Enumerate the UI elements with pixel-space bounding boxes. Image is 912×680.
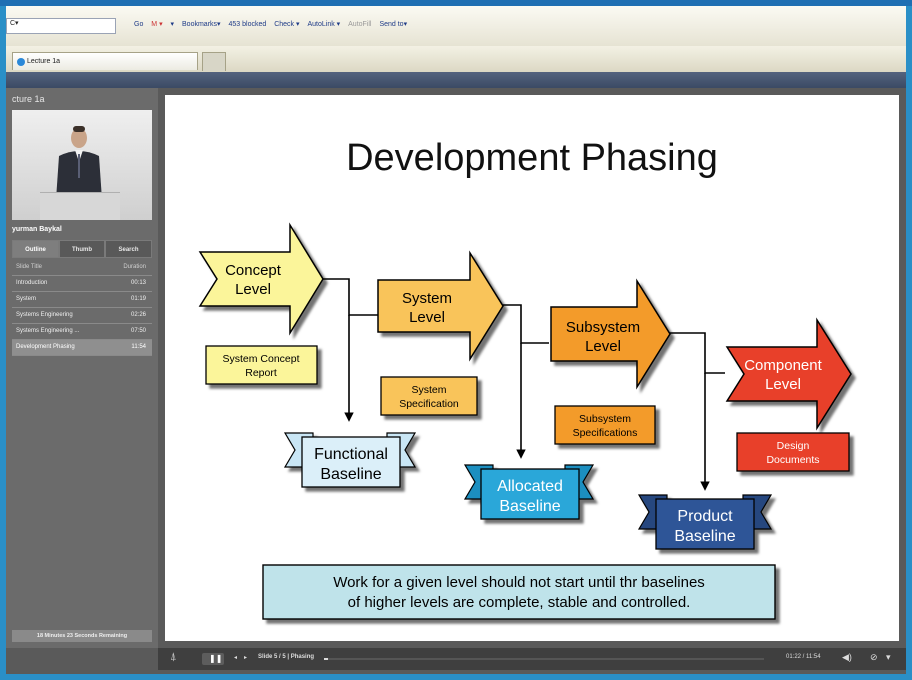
doc-subsystem-line2: Specifications: [573, 427, 638, 439]
tab-thumb[interactable]: Thumb: [59, 240, 105, 258]
toolbar-sendto-button[interactable]: Send to▾: [379, 20, 407, 28]
list-item[interactable]: Systems Engineering 02:26: [12, 308, 152, 324]
slide: Development Phasing Concept Level System…: [165, 95, 899, 641]
pause-button[interactable]: ❚❚: [202, 653, 224, 665]
header-slide-title: Slide Title: [16, 264, 43, 270]
header-strip: [6, 72, 906, 88]
toolbar-autofill-button[interactable]: AutoFill: [348, 21, 371, 28]
previous-icon[interactable]: ◂: [234, 654, 237, 661]
list-item-selected[interactable]: Development Phasing 11:54: [12, 340, 152, 356]
time-display: 01:22 / 11:54: [786, 654, 821, 660]
phasing-diagram: Concept Level System Level Subsystem Lev…: [198, 222, 852, 620]
concept-level-line2: Level: [235, 281, 271, 298]
system-level-line2: Level: [409, 309, 445, 326]
player-controls: ⍋ ❚❚ ◂ ▸ Slide 5 / 5 | Phasing 01:22 / 1…: [158, 648, 906, 670]
component-level-line1: Component: [744, 357, 822, 374]
system-level-line1: System: [402, 290, 452, 307]
doc-component-line2: Documents: [766, 454, 819, 466]
concept-level-line1: Concept: [225, 262, 282, 279]
volume-icon[interactable]: ◀): [842, 652, 852, 663]
item-duration: 02:26: [130, 312, 146, 318]
component-level-line2: Level: [765, 376, 801, 393]
baseline-product-line2: Baseline: [674, 528, 735, 545]
list-item[interactable]: Introduction 00:13: [12, 276, 152, 292]
doc-concept-line2: Report: [245, 367, 277, 379]
item-title: Development Phasing: [16, 344, 75, 350]
tab-bar: Lecture 1a: [6, 46, 906, 73]
subsystem-level-line1: Subsystem: [566, 319, 640, 336]
item-duration: 00:13: [130, 280, 146, 286]
level-arrow-component: [725, 317, 852, 431]
progress-fill: [324, 658, 328, 660]
slide-list: Slide Title Duration Introduction 00:13 S…: [12, 260, 152, 356]
baseline-allocated-line1: Allocated: [497, 478, 563, 495]
browser-toolbar: C▾ Go M ▾ ▾ Bookmarks▾ 453 blocked Check…: [6, 6, 906, 47]
toolbar-buttons: Go M ▾ ▾ Bookmarks▾ 453 blocked Check ▾ …: [134, 20, 413, 28]
tab-lecture[interactable]: Lecture 1a: [12, 52, 198, 70]
slide-list-header: Slide Title Duration: [12, 260, 152, 276]
item-title: System: [16, 296, 37, 302]
item-title: Systems Engineering ...: [16, 328, 80, 334]
toolbar-dropdown-button[interactable]: ▾: [171, 20, 175, 28]
sidebar-tabs: Outline Thumb Search: [12, 240, 152, 258]
attachments-icon[interactable]: ⊘: [870, 652, 878, 663]
pause-icon: ❚❚: [209, 654, 223, 663]
podium: [40, 192, 120, 220]
adobe-logo-icon: ⍋: [170, 651, 177, 663]
baseline-allocated-line2: Baseline: [499, 498, 560, 515]
note-line2: of higher levels are complete, stable an…: [348, 594, 691, 611]
list-item[interactable]: System 01:19: [12, 292, 152, 308]
header-duration: Duration: [123, 264, 146, 270]
doc-component-line1: Design: [777, 440, 810, 452]
baseline-functional-line2: Baseline: [320, 466, 381, 483]
subsystem-level-line2: Level: [585, 338, 621, 355]
toolbar-check-button[interactable]: Check ▾: [274, 20, 299, 28]
ie-icon: [17, 58, 25, 66]
level-arrow-concept: [198, 222, 324, 336]
sidebar: cture 1a yurman Baykal Outline Thumb Sea…: [6, 88, 158, 648]
doc-concept-line1: System Concept: [222, 353, 299, 365]
item-title: Systems Engineering: [16, 312, 73, 318]
tab-outline[interactable]: Outline: [12, 240, 59, 258]
new-tab-button[interactable]: [202, 52, 226, 71]
speaker-name: yurman Baykal: [12, 226, 62, 233]
address-dropdown[interactable]: C▾: [6, 18, 116, 34]
tab-search[interactable]: Search: [105, 240, 152, 258]
presentation-player: cture 1a yurman Baykal Outline Thumb Sea…: [6, 88, 906, 674]
item-duration: 01:19: [130, 296, 146, 302]
toolbar-go-button[interactable]: Go: [134, 21, 143, 28]
toolbar-popup-blocked-button[interactable]: 453 blocked: [229, 21, 267, 28]
list-item[interactable]: Systems Engineering ... 07:50: [12, 324, 152, 340]
toolbar-autolink-button[interactable]: AutoLink ▾: [307, 20, 340, 28]
toolbar-gmail-button[interactable]: M ▾: [151, 20, 162, 28]
toolbar-bookmarks-button[interactable]: Bookmarks▾: [182, 20, 221, 28]
doc-system-line1: System: [411, 384, 446, 396]
tab-label: Lecture 1a: [27, 58, 61, 65]
time-remaining: 18 Minutes 23 Seconds Remaining: [12, 630, 152, 642]
next-icon[interactable]: ▸: [244, 654, 247, 661]
baseline-functional-line1: Functional: [314, 446, 388, 463]
doc-subsystem-line1: Subsystem: [579, 413, 631, 425]
note-line1: Work for a given level should not start …: [333, 574, 705, 591]
menu-icon[interactable]: ▾: [886, 652, 891, 663]
item-duration: 07:50: [130, 328, 146, 334]
doc-system-line2: Specification: [399, 398, 459, 410]
progress-track[interactable]: [324, 658, 764, 660]
presenter-video[interactable]: [12, 110, 152, 220]
slide-counter: Slide 5 / 5 | Phasing: [258, 654, 315, 660]
presentation-title: cture 1a: [12, 94, 45, 104]
item-title: Introduction: [16, 280, 48, 286]
baseline-product-line1: Product: [677, 508, 733, 525]
item-duration: 11:54: [131, 344, 146, 350]
